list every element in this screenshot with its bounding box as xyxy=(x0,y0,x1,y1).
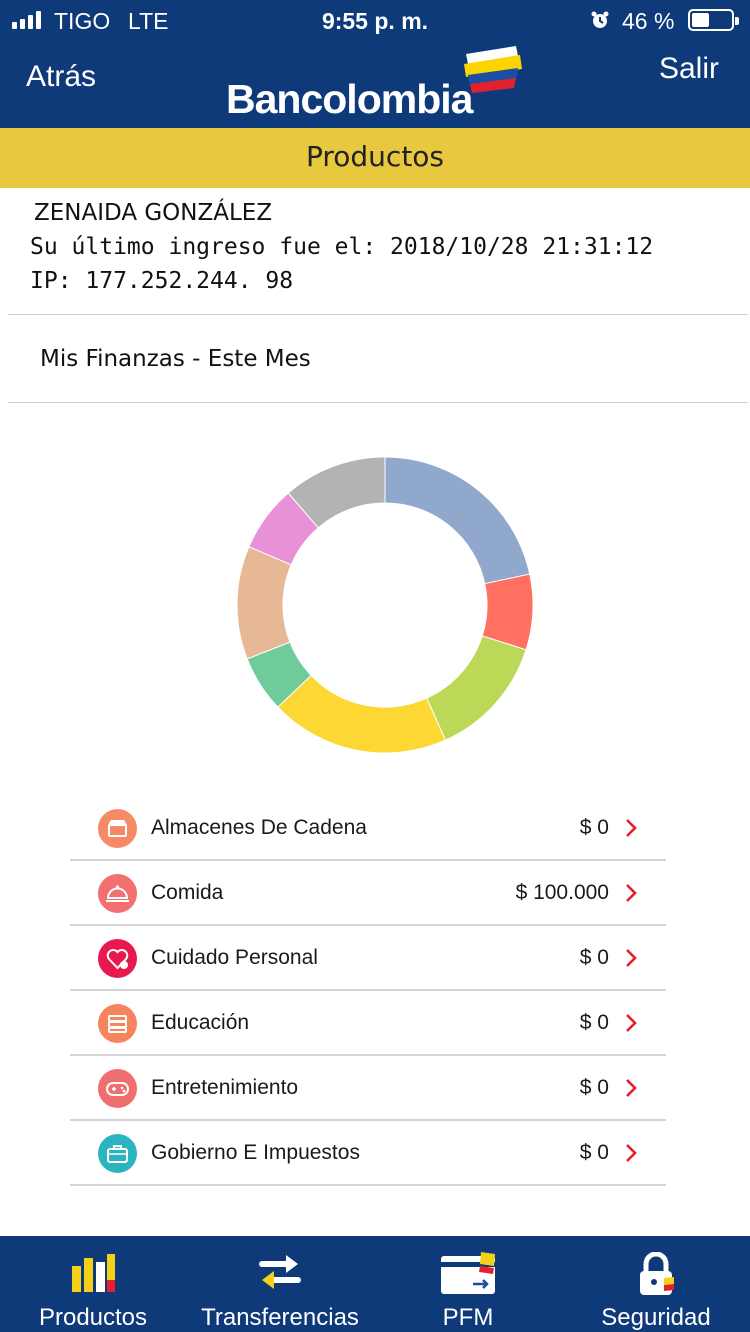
tab-transferencias[interactable]: Transferencias xyxy=(186,1236,374,1332)
transfer-arrows-icon xyxy=(259,1255,301,1289)
category-row[interactable]: Comida $ 100.000 xyxy=(70,861,666,926)
category-label: Comida xyxy=(151,881,224,904)
briefcase-icon xyxy=(98,1134,137,1173)
bancolombia-logo: Bancolombia xyxy=(226,44,526,122)
category-amount: $ 0 xyxy=(579,1011,609,1034)
donut-slice-5[interactable] xyxy=(236,546,292,660)
user-name: ZENAIDA GONZÁLEZ xyxy=(34,200,273,226)
category-label: Educación xyxy=(151,1011,250,1034)
gamepad-icon xyxy=(98,1069,137,1108)
category-label: Gobierno E Impuestos xyxy=(151,1141,360,1164)
battery-icon xyxy=(688,9,739,31)
store-icon xyxy=(98,809,137,848)
chevron-right-icon xyxy=(626,949,637,967)
food-cloche-icon xyxy=(98,874,137,913)
battery-fill xyxy=(692,13,709,27)
top-header: TIGO LTE 9:55 p. m. 46 % Atrás Bancolomb… xyxy=(0,0,750,128)
chevron-right-icon xyxy=(626,884,637,902)
brand-name: Bancolombia xyxy=(226,76,473,122)
books-icon xyxy=(98,1004,137,1043)
chevron-right-icon xyxy=(626,1014,637,1032)
tab-pfm[interactable]: PFM xyxy=(374,1236,562,1332)
donut-slice-0[interactable] xyxy=(384,456,531,585)
tab-seguridad[interactable]: Seguridad xyxy=(562,1236,750,1332)
category-list: Almacenes De Cadena $ 0 Comida $ 100.000… xyxy=(70,796,666,1186)
section-title: Productos xyxy=(305,140,445,173)
pfm-card-icon xyxy=(441,1252,495,1294)
chevron-right-icon xyxy=(626,1144,637,1162)
brand-flag-icon xyxy=(464,46,522,93)
section-title-bar: Productos xyxy=(0,128,750,188)
tab-label: PFM xyxy=(442,1304,494,1331)
heart-care-icon xyxy=(98,939,137,978)
category-amount: $ 0 xyxy=(579,1141,609,1164)
category-amount: $ 0 xyxy=(579,1076,609,1099)
ip-address: IP: 177.252.244. 98 xyxy=(30,268,294,294)
last-login: Su último ingreso fue el: 2018/10/28 21:… xyxy=(30,234,654,260)
lock-icon xyxy=(640,1252,674,1295)
tab-label: Transferencias xyxy=(201,1304,359,1331)
category-row[interactable]: Entretenimiento $ 0 xyxy=(70,1056,666,1121)
tab-label: Productos xyxy=(38,1304,148,1331)
category-label: Cuidado Personal xyxy=(151,946,318,969)
divider xyxy=(8,314,748,315)
category-row[interactable]: Cuidado Personal $ 0 xyxy=(70,926,666,991)
battery-percent: 46 % xyxy=(622,8,675,34)
user-info: ZENAIDA GONZÁLEZ Su último ingreso fue e… xyxy=(30,196,730,298)
donut-slice-2[interactable] xyxy=(426,635,527,741)
category-amount: $ 0 xyxy=(579,816,609,839)
category-row[interactable]: Almacenes De Cadena $ 0 xyxy=(70,796,666,861)
donut-slice-3[interactable] xyxy=(277,674,447,754)
category-amount: $ 0 xyxy=(579,946,609,969)
tab-productos[interactable]: Productos xyxy=(0,1236,186,1332)
category-row[interactable]: Educación $ 0 xyxy=(70,991,666,1056)
alarm-icon xyxy=(591,11,609,28)
chevron-right-icon xyxy=(626,819,637,837)
logout-button[interactable]: Salir xyxy=(659,52,719,86)
chevron-right-icon xyxy=(626,1079,637,1097)
divider xyxy=(8,402,748,403)
status-bar: TIGO LTE 9:55 p. m. 46 % xyxy=(0,0,750,42)
finanzas-title: Mis Finanzas - Este Mes xyxy=(40,346,311,372)
tab-label: Seguridad xyxy=(601,1304,711,1331)
category-row[interactable]: Gobierno E Impuestos $ 0 xyxy=(70,1121,666,1186)
category-label: Almacenes De Cadena xyxy=(151,816,367,839)
products-bars-icon xyxy=(72,1254,115,1292)
bottom-tab-bar: Productos Transferencias PFM Seguridad xyxy=(0,1236,750,1332)
spending-donut-chart[interactable] xyxy=(220,440,550,770)
category-amount: $ 100.000 xyxy=(515,881,609,904)
category-label: Entretenimiento xyxy=(151,1076,299,1099)
back-button[interactable]: Atrás xyxy=(26,60,96,94)
